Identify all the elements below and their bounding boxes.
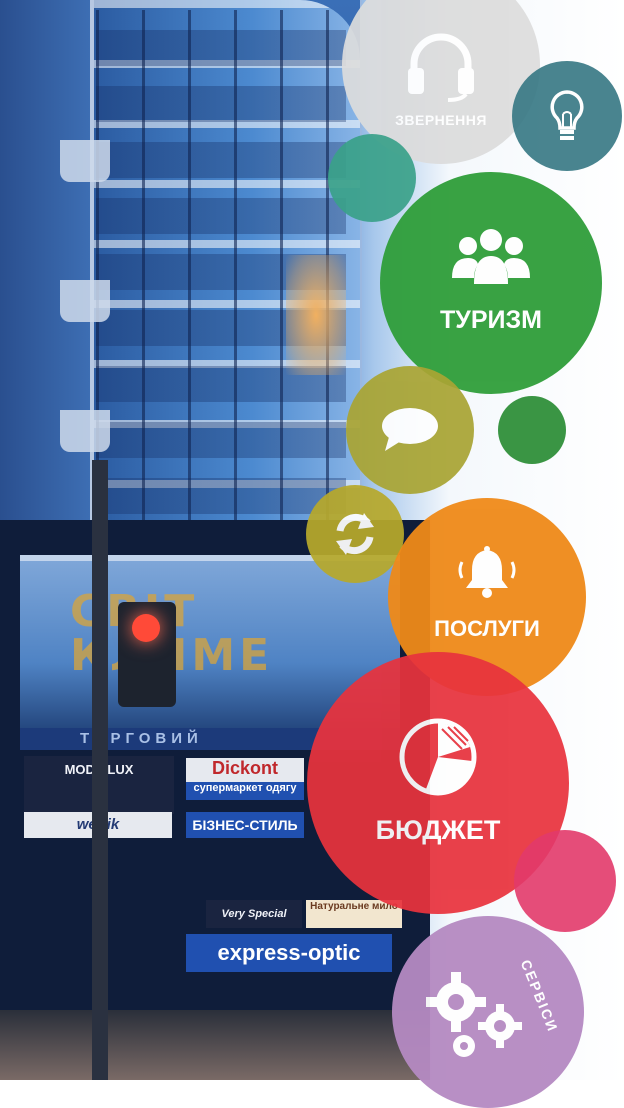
shop-sign: супермаркет одягу xyxy=(186,782,304,800)
balcony xyxy=(60,140,110,182)
shop-sign: Very Special xyxy=(206,900,302,928)
menu-posluhy-label: ПОСЛУГИ xyxy=(434,616,540,641)
menu-ideas-button[interactable] xyxy=(512,61,622,171)
decorative-circle xyxy=(514,830,616,932)
people-group-icon xyxy=(452,228,530,284)
traffic-light xyxy=(118,602,176,707)
chat-bubble-icon xyxy=(382,408,438,451)
lightbulb-icon xyxy=(550,90,584,140)
menu-servisy-button[interactable]: СЕРВІСИ xyxy=(392,916,584,1108)
menu-chat-button[interactable] xyxy=(346,366,474,494)
shop-sign: Dickont xyxy=(186,758,304,782)
balcony xyxy=(60,410,110,452)
traffic-light-pole xyxy=(92,460,108,1080)
shop-sign: express-optic xyxy=(186,934,392,972)
refresh-icon xyxy=(336,513,374,555)
bell-icon xyxy=(458,546,516,598)
gears-icon xyxy=(426,972,522,1057)
mall-sign: СВІТ КЛИМЕ xyxy=(70,590,370,680)
menu-zvernennia-label: ЗВЕРНЕННЯ xyxy=(395,112,487,128)
decorative-circle xyxy=(498,396,566,464)
menu-biudzhet-label: БЮДЖЕТ xyxy=(375,814,501,845)
shop-sign: БІЗНЕС-СТИЛЬ xyxy=(186,812,304,838)
lit-windows xyxy=(286,255,346,375)
street xyxy=(0,1010,430,1080)
decorative-circle xyxy=(328,134,416,222)
menu-refresh-button[interactable] xyxy=(306,485,404,583)
balcony xyxy=(60,280,110,322)
pie-chart-icon xyxy=(399,718,477,795)
headset-icon xyxy=(408,33,474,102)
menu-turyzm-button[interactable]: ТУРИЗМ xyxy=(380,172,602,394)
menu-turyzm-label: ТУРИЗМ xyxy=(440,305,542,334)
